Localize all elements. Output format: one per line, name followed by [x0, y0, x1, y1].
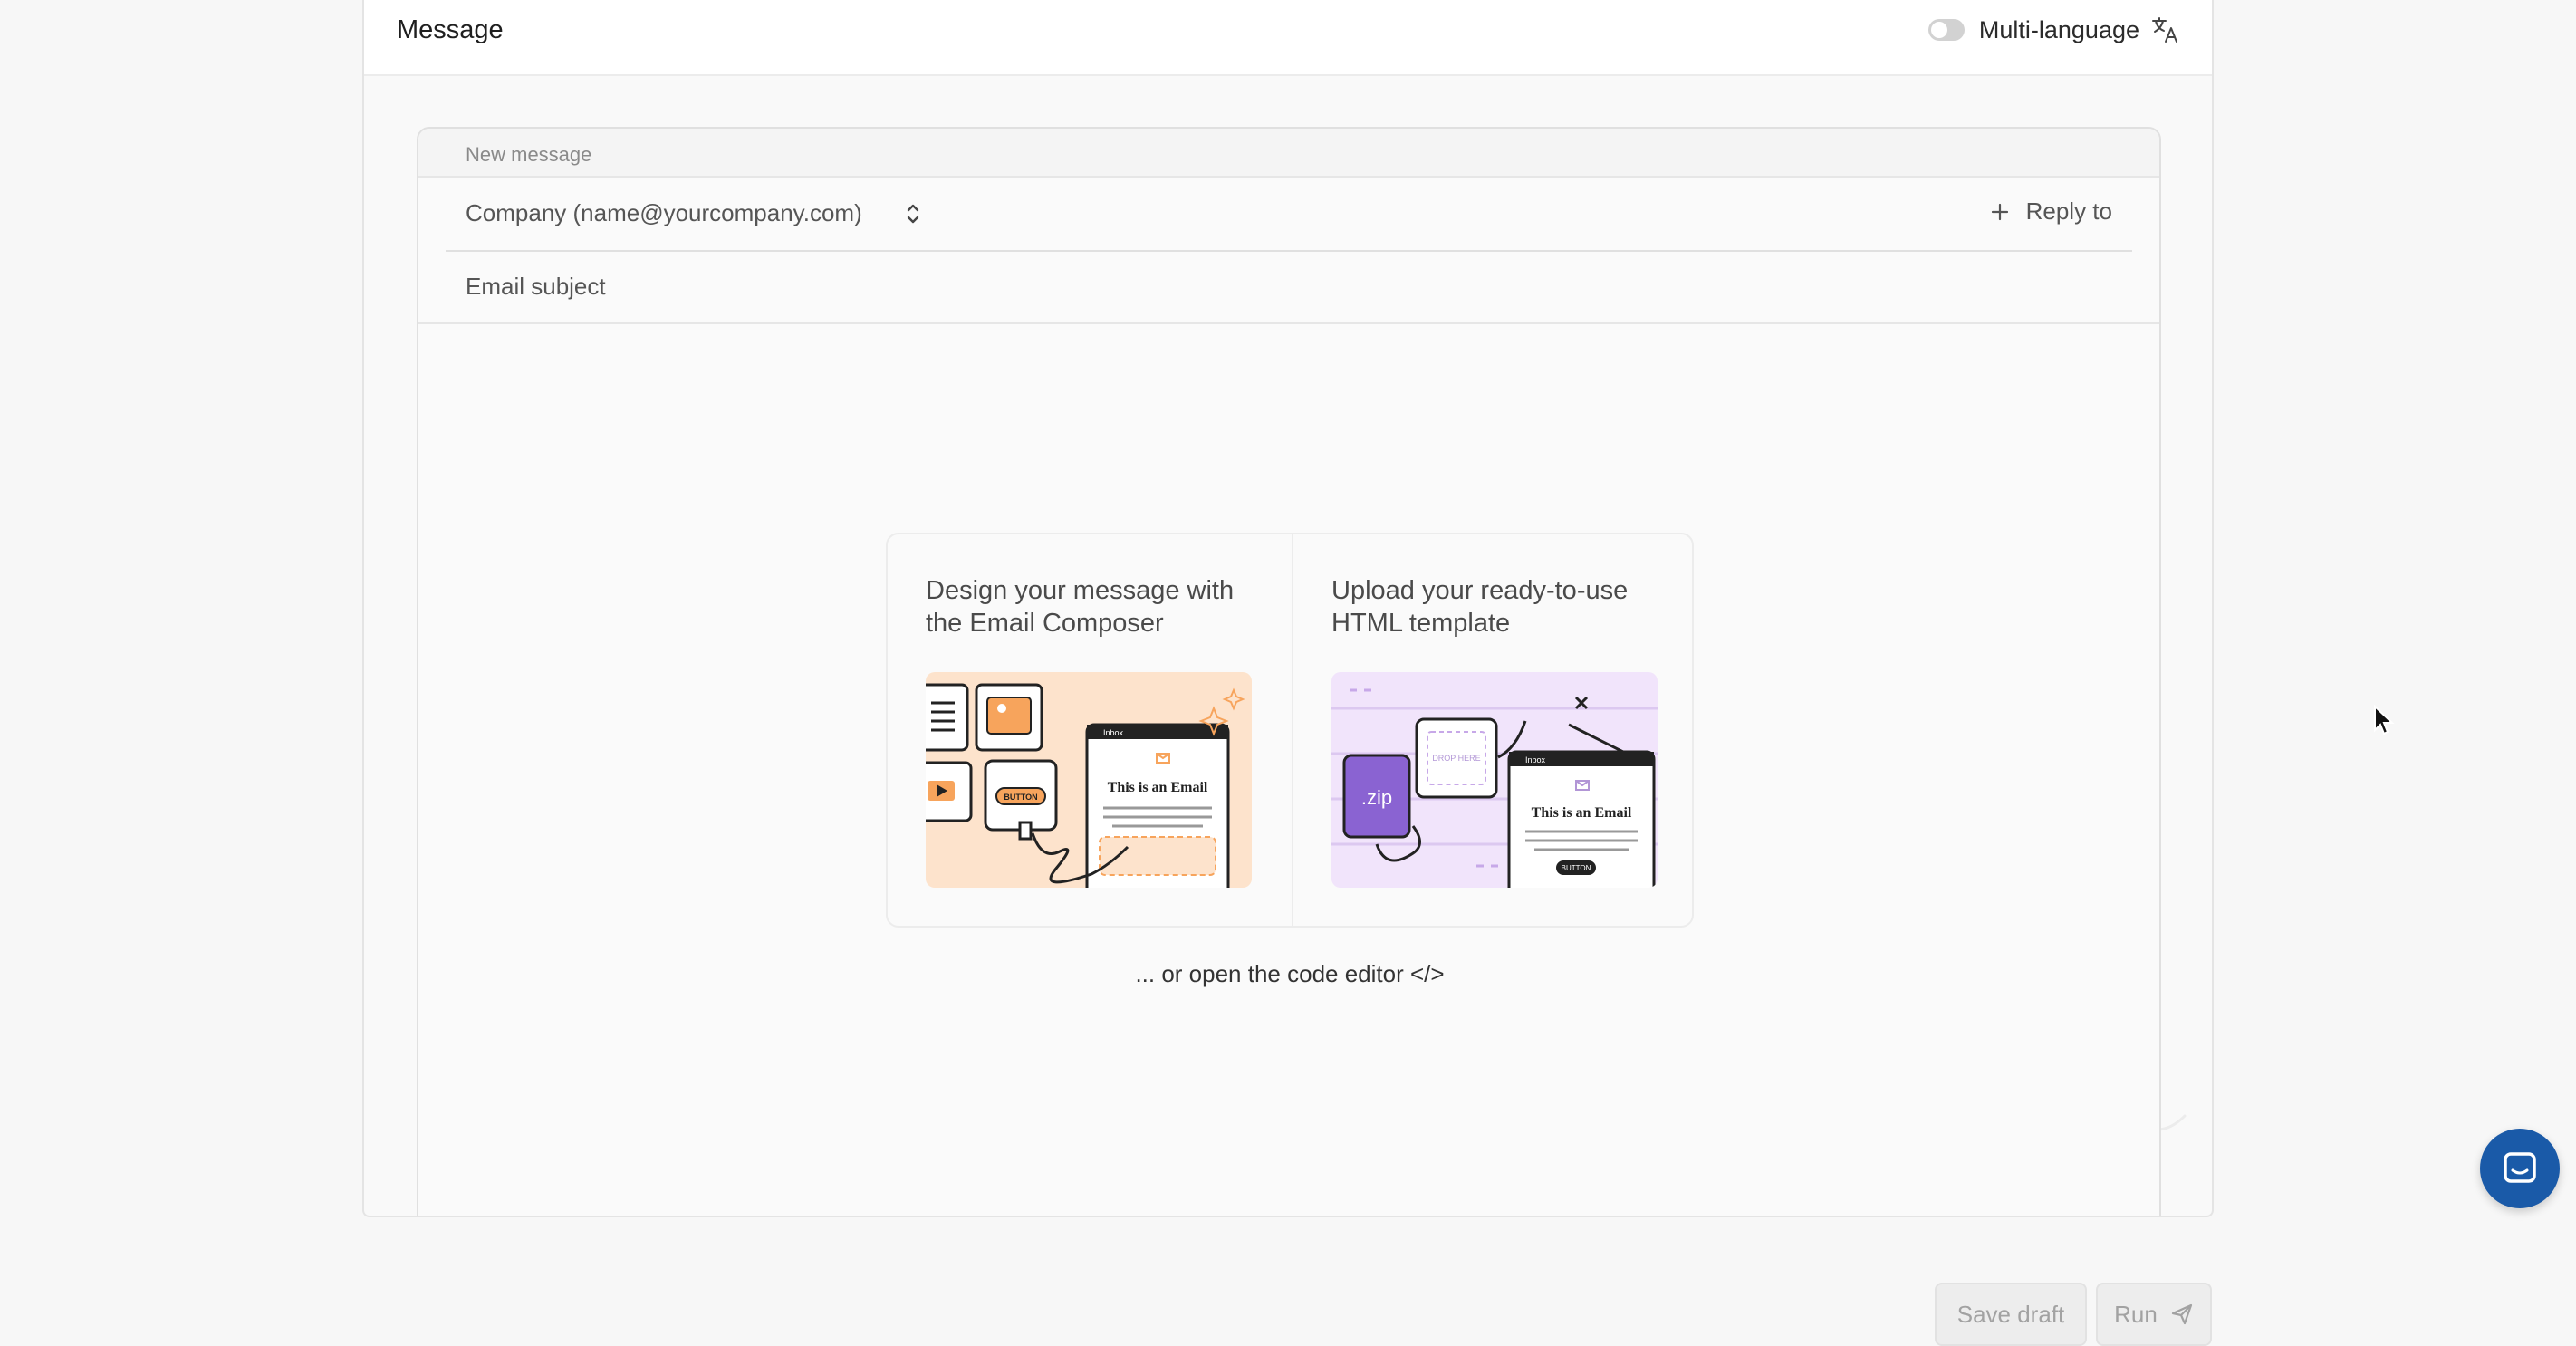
translate-icon[interactable]: [2150, 15, 2179, 44]
illustration-inbox-tab: Inbox: [1103, 728, 1124, 737]
illustration-drop-text: DROP HERE: [1432, 754, 1480, 763]
chat-support-button[interactable]: [2480, 1129, 2560, 1208]
save-draft-label: Save draft: [1956, 1300, 2065, 1328]
reply-to-button[interactable]: Reply to: [1990, 197, 2112, 226]
new-message-label: New message: [466, 143, 592, 166]
run-label: Run: [2114, 1300, 2158, 1328]
plus-icon: [1991, 203, 2008, 220]
email-composer-illustration: BUTTON Inbox This is an Email: [926, 672, 1252, 888]
multi-language-control: Multi-language: [1927, 14, 2179, 45]
email-subject-input[interactable]: [466, 268, 1371, 304]
composer-header: New message: [418, 129, 2159, 178]
sender-select[interactable]: Company (name@yourcompany.com): [466, 199, 862, 227]
upload-illustration-art: DROP HERE .zip Inbox This is an Email BU…: [1331, 688, 1658, 888]
email-composer-option-title: Design your message with the Email Compo…: [926, 576, 1235, 638]
run-button[interactable]: Run: [2096, 1283, 2212, 1346]
open-code-editor-link[interactable]: ... or open the code editor </>: [364, 960, 2212, 988]
illustration-inbox-tab: Inbox: [1525, 755, 1546, 764]
multi-language-toggle[interactable]: [1927, 19, 1965, 41]
html-template-option-title: Upload your ready-to-use HTML template: [1331, 576, 1629, 638]
illustration-button-text: BUTTON: [1562, 864, 1591, 872]
illustration-email-text: This is an Email: [1532, 805, 1632, 821]
illustration-zip-text: .zip: [1361, 786, 1392, 809]
mouse-pointer-icon: [2374, 705, 2395, 735]
sender-row: Company (name@yourcompany.com) Reply to: [446, 178, 2132, 252]
reply-to-label: Reply to: [2025, 197, 2112, 225]
message-panel: Message Multi-language New message Compa…: [362, 0, 2214, 1217]
panel-header: Message Multi-language: [364, 0, 2212, 76]
illustration-button-text: BUTTON: [1004, 793, 1037, 802]
send-icon: [2171, 1303, 2192, 1325]
chevron-up-down-icon[interactable]: [904, 201, 922, 226]
email-composer-option[interactable]: Design your message with the Email Compo…: [888, 534, 1292, 926]
panel-title: Message: [397, 15, 504, 44]
multi-language-label: Multi-language: [1978, 15, 2139, 43]
toggle-knob: [1930, 22, 1947, 38]
html-upload-illustration: DROP HERE .zip Inbox This is an Email BU…: [1331, 672, 1658, 888]
save-draft-button[interactable]: Save draft: [1935, 1283, 2087, 1346]
subject-row: [418, 252, 2159, 324]
chat-icon: [2504, 1152, 2536, 1183]
open-code-editor-label: ... or open the code editor </>: [1135, 960, 1445, 987]
composer-illustration-art: BUTTON Inbox This is an Email: [926, 683, 1245, 888]
illustration-email-text: This is an Email: [1108, 780, 1208, 795]
html-template-upload-option[interactable]: Upload your ready-to-use HTML template D…: [1292, 534, 1697, 926]
content-choice-card: Design your message with the Email Compo…: [886, 533, 1694, 928]
